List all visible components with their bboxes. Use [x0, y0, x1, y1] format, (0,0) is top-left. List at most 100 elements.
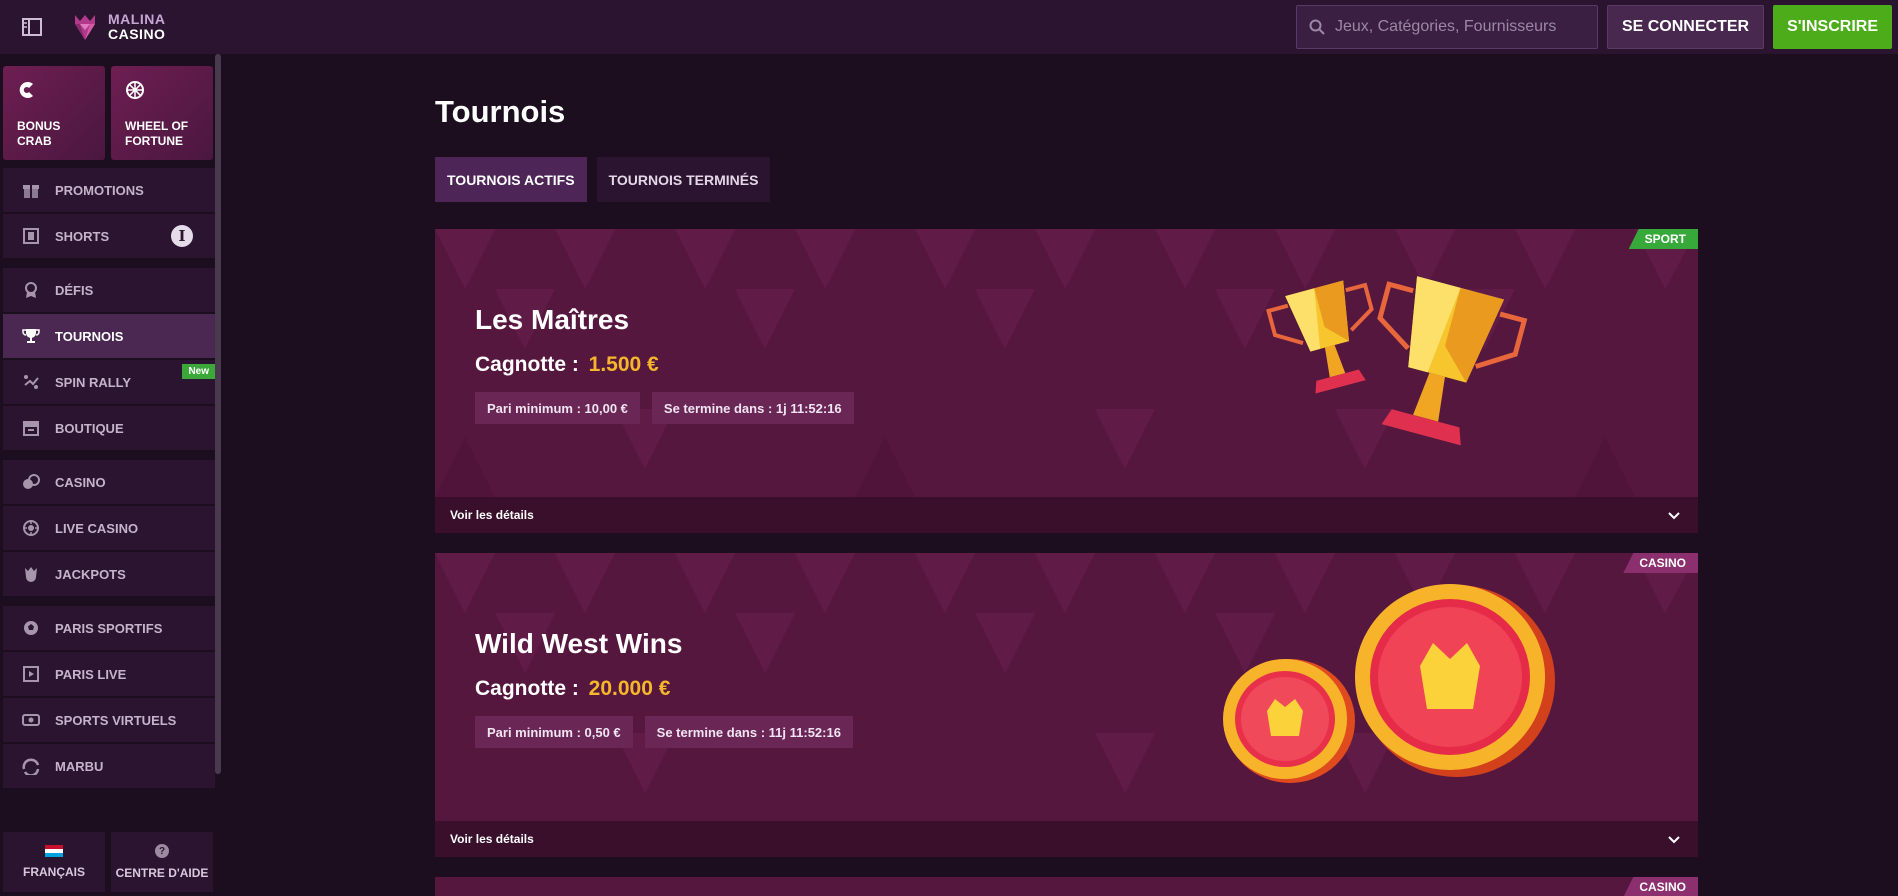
ends-in-chip: Se termine dans : 1j 11:52:16: [651, 392, 854, 424]
sidebar-item-label: MARBU: [55, 758, 104, 774]
sidebar: BONUS CRAB WHEEL OF FORTUNE PROMOTIONS S…: [0, 54, 222, 896]
language-button[interactable]: FRANÇAIS: [3, 832, 105, 892]
language-label: FRANÇAIS: [23, 865, 85, 879]
coins-illustration: [1223, 584, 1555, 783]
marbu-icon: [21, 756, 41, 776]
raspberry-logo-icon: [75, 15, 95, 40]
details-label: Voir les détails: [450, 832, 534, 846]
sidebar-item-label: SPIN RALLY: [55, 374, 132, 390]
sidebar-item-shorts[interactable]: SHORTS i: [3, 214, 215, 258]
sidebar-item-label: SPORTS VIRTUELS: [55, 712, 177, 728]
logo-line2: CASINO: [108, 26, 166, 42]
tab-finished-tournaments[interactable]: TOURNOIS TERMINÉS: [596, 157, 771, 202]
casino-tag: CASINO: [1623, 877, 1698, 896]
sidebar-item-paris-sportifs[interactable]: PARIS SPORTIFS: [3, 606, 215, 650]
sidebar-item-live-casino[interactable]: LIVE CASINO: [3, 506, 215, 550]
details-toggle[interactable]: Voir les détails: [435, 821, 1698, 857]
tile-bonus-crab-line1: BONUS: [17, 119, 61, 133]
casino-icon: [21, 472, 41, 492]
tile-bonus-crab-line2: CRAB: [17, 134, 52, 148]
tournament-title: Les Maîtres: [475, 304, 630, 335]
details-toggle[interactable]: Voir les détails: [435, 497, 1698, 533]
live-bet-icon: [21, 664, 41, 684]
sidebar-item-label: PROMOTIONS: [55, 182, 144, 198]
sidebar-item-label: SHORTS: [55, 228, 110, 244]
info-icon[interactable]: i: [171, 225, 193, 247]
ends-in-chip: Se termine dans : 11j 11:52:16: [644, 716, 853, 748]
sidebar-item-label: LIVE CASINO: [55, 520, 139, 536]
min-bet-chip: Pari minimum : 10,00 €: [475, 392, 640, 424]
top-bar: MALINA CASINO SE CONNECTER S'INSCRIRE: [0, 0, 1898, 54]
sidebar-item-spin-rally[interactable]: SPIN RALLY New: [3, 360, 215, 404]
jackpot-label: Cagnotte :: [475, 353, 579, 376]
tournament-title: Wild West Wins: [475, 628, 683, 659]
chevron-down-icon: [1668, 512, 1680, 520]
jackpot-value: 20.000 €: [588, 677, 671, 700]
page-title: Tournois: [435, 94, 566, 129]
film-icon: [21, 226, 41, 246]
flag-icon: [45, 845, 63, 857]
sidebar-item-sports-virtuels[interactable]: SPORTS VIRTUELS: [3, 698, 215, 742]
tournament-card: CASINO: [435, 877, 1698, 896]
main-content: Tournois TOURNOIS ACTIFS TOURNOIS TERMIN…: [435, 54, 1698, 896]
medal-icon: [21, 280, 41, 300]
sidebar-item-label: PARIS SPORTIFS: [55, 620, 163, 636]
sidebar-footer: FRANÇAIS ? CENTRE D'AIDE: [3, 832, 213, 892]
sidebar-toggle-icon[interactable]: [20, 15, 44, 39]
help-label: CENTRE D'AIDE: [115, 866, 209, 880]
tournament-card: Wild West Wins Cagnotte : 20.000 € Pari …: [435, 553, 1698, 857]
sidebar-item-label: DÉFIS: [55, 282, 94, 298]
sidebar-item-label: PARIS LIVE: [55, 666, 127, 682]
trophy-icon: [21, 326, 41, 346]
virtual-sports-icon: [21, 710, 41, 730]
help-icon: ?: [155, 844, 169, 858]
signup-button[interactable]: S'INSCRIRE: [1773, 5, 1892, 49]
sidebar-item-casino[interactable]: CASINO: [3, 460, 215, 504]
search-icon: [1309, 19, 1325, 35]
live-casino-icon: [21, 518, 41, 538]
new-badge: New: [182, 364, 215, 379]
sidebar-item-paris-live[interactable]: PARIS LIVE: [3, 652, 215, 696]
search-box[interactable]: [1295, 5, 1598, 49]
tile-wheel-line1: WHEEL OF: [125, 119, 189, 133]
min-bet-chip: Pari minimum : 0,50 €: [475, 716, 633, 748]
crab-claw-icon: [19, 82, 33, 98]
sidebar-item-jackpots[interactable]: JACKPOTS: [3, 552, 215, 596]
sidebar-nav: PROMOTIONS SHORTS i DÉFIS TOURNOIS SPIN …: [0, 168, 215, 788]
sidebar-item-tournois[interactable]: TOURNOIS: [3, 314, 215, 358]
trophies-illustration: [1266, 276, 1528, 446]
details-label: Voir les détails: [450, 508, 534, 522]
sidebar-item-defis[interactable]: DÉFIS: [3, 268, 215, 312]
tournament-card: Les Maîtres Cagnotte : 1.500 € Pari mini…: [435, 229, 1698, 533]
wheel-icon: [126, 81, 144, 99]
sidebar-item-label: BOUTIQUE: [55, 420, 124, 436]
logo-line1: MALINA: [108, 11, 166, 27]
jackpot-label: Cagnotte :: [475, 677, 579, 700]
tournament-tabs: TOURNOIS ACTIFS TOURNOIS TERMINÉS: [435, 157, 1698, 202]
chevron-down-icon: [1668, 836, 1680, 844]
sidebar-item-marbu[interactable]: MARBU: [3, 744, 215, 788]
football-icon: [21, 618, 41, 638]
tab-active-tournaments[interactable]: TOURNOIS ACTIFS: [435, 157, 587, 202]
logo[interactable]: MALINA CASINO: [70, 12, 165, 42]
sidebar-item-label: TOURNOIS: [55, 328, 124, 344]
help-center-button[interactable]: ? CENTRE D'AIDE: [111, 832, 213, 892]
sidebar-item-label: CASINO: [55, 474, 106, 490]
casino-tag: CASINO: [1623, 553, 1698, 573]
sidebar-item-boutique[interactable]: BOUTIQUE: [3, 406, 215, 450]
rally-icon: [21, 372, 41, 392]
sidebar-item-promotions[interactable]: PROMOTIONS: [3, 168, 215, 212]
jackpot-icon: [21, 564, 41, 584]
search-input[interactable]: [1334, 18, 1585, 36]
tournament-jackpot: Cagnotte : 1.500 €: [475, 353, 659, 377]
tournament-jackpot: Cagnotte : 20.000 €: [475, 677, 670, 701]
jackpot-value: 1.500 €: [588, 353, 659, 376]
gift-icon: [21, 180, 41, 200]
tile-bonus-crab[interactable]: BONUS CRAB: [3, 66, 105, 160]
sidebar-scrollbar[interactable]: [215, 54, 221, 774]
sidebar-item-label: JACKPOTS: [55, 566, 126, 582]
login-button[interactable]: SE CONNECTER: [1606, 5, 1765, 49]
tile-wheel-line2: FORTUNE: [125, 134, 183, 148]
sport-tag: SPORT: [1628, 229, 1698, 249]
tile-wheel-of-fortune[interactable]: WHEEL OF FORTUNE: [111, 66, 213, 160]
